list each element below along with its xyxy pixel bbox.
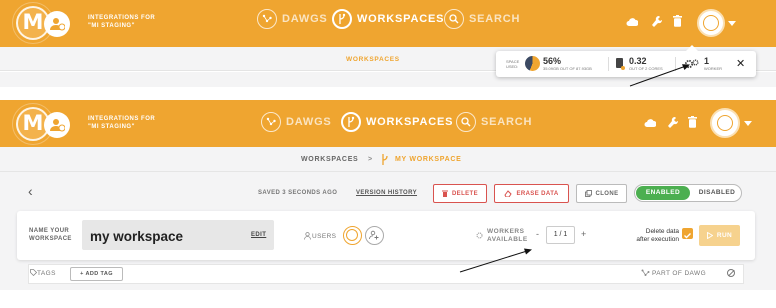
workspaces-icon (341, 112, 361, 132)
annotation-arrow (459, 248, 532, 273)
workspace-branch-icon (382, 154, 388, 165)
version-history-link[interactable]: VERSION HISTORY (356, 190, 417, 196)
tag-icon (30, 269, 37, 276)
delete-label: DELETE (451, 190, 479, 197)
nav-label-workspaces: WORKSPACES (357, 13, 445, 25)
dawgs-icon (261, 112, 281, 132)
workers-value: 1 (704, 56, 710, 66)
erase-data-button[interactable]: ERASE DATA (494, 184, 569, 203)
user-avatar[interactable] (343, 226, 362, 245)
search-icon (456, 112, 476, 132)
cloud-icon[interactable] (626, 17, 638, 27)
nav-label-dawgs: DAWGS (286, 116, 332, 128)
edit-name-link[interactable]: EDIT (251, 232, 266, 238)
chevron-down-icon[interactable] (728, 21, 736, 26)
divider (608, 57, 609, 71)
search-icon (444, 9, 464, 29)
delete-after-label-1: Delete data (645, 228, 679, 235)
app-logo[interactable]: M (12, 2, 76, 44)
nav-search[interactable]: SEARCH (444, 9, 520, 29)
trash-icon[interactable] (688, 116, 697, 128)
dawgs-icon (257, 9, 277, 29)
wrench-icon[interactable] (651, 15, 662, 28)
tags-bar (28, 264, 744, 284)
nav-label-search: SEARCH (469, 13, 521, 25)
delete-after-checkbox[interactable] (682, 228, 693, 239)
trash-icon[interactable] (673, 15, 682, 27)
disabled-option[interactable]: DISABLED (693, 186, 741, 200)
user-badge-icon (44, 112, 70, 138)
breadcrumb-workspaces[interactable]: WORKSPACES (301, 156, 358, 163)
breadcrumb-current: MY WORKSPACE (395, 156, 462, 163)
clone-icon (584, 190, 592, 197)
run-label: RUN (716, 232, 733, 239)
workers-label: WORKER (704, 66, 722, 71)
breadcrumb-separator: > (368, 156, 373, 163)
part-of-dawg-label: PART OF DAWG (652, 270, 707, 277)
org-line-2: "MI STAGING" (88, 23, 135, 29)
play-icon (706, 232, 713, 239)
wrench-icon[interactable] (667, 116, 678, 129)
nav-label-workspaces: WORKSPACES (366, 116, 454, 128)
org-line-2: "MI STAGING" (88, 124, 135, 130)
nav-label-search: SEARCH (481, 116, 533, 128)
workers-stepper-value[interactable]: 1 / 1 (546, 226, 575, 244)
workers-gear-icon (476, 232, 483, 239)
user-badge-icon (44, 11, 70, 37)
check-icon (684, 233, 691, 239)
run-button[interactable]: RUN (699, 225, 740, 246)
workers-label-2: AVAILABLE (487, 236, 528, 243)
nav-search[interactable]: SEARCH (456, 112, 532, 132)
workers-label-1: WORKERS (487, 228, 525, 235)
workspace-name-value: my workspace (90, 229, 184, 244)
add-user-icon (369, 230, 379, 240)
erase-data-label: ERASE DATA (516, 190, 559, 197)
org-line-1: INTEGRATIONS FOR (88, 116, 156, 122)
annotation-arrow (629, 64, 690, 87)
name-label-2: WORKSPACE (29, 236, 72, 242)
name-label-1: NAME YOUR (29, 228, 70, 234)
trash-icon (441, 190, 448, 197)
eraser-icon (504, 190, 513, 197)
org-line-1: INTEGRATIONS FOR (88, 15, 156, 21)
space-percent: 56% (543, 56, 562, 66)
profile-avatar[interactable] (710, 108, 740, 138)
workers-increment-button[interactable]: + (581, 229, 586, 239)
screenshot-divider (0, 87, 776, 100)
chevron-down-icon[interactable] (744, 121, 752, 126)
close-popover-button[interactable]: ✕ (736, 57, 745, 70)
cloud-icon[interactable] (644, 118, 656, 128)
space-usage-pie-icon (525, 56, 540, 71)
user-icon (304, 232, 311, 240)
tags-label: TAGS (37, 270, 56, 277)
delete-after-label-2: after execution (636, 236, 679, 243)
clone-button[interactable]: CLONE (576, 184, 627, 203)
nav-workspaces[interactable]: WORKSPACES (332, 9, 444, 29)
nav-dawgs[interactable]: DAWGS (257, 9, 328, 29)
nav-dawgs[interactable]: DAWGS (261, 112, 332, 132)
back-chevron-icon[interactable]: ‹ (28, 183, 33, 199)
clone-label: CLONE (595, 190, 619, 197)
dawg-icon (641, 269, 650, 276)
not-allowed-icon (727, 269, 735, 277)
enabled-option[interactable]: ENABLED (636, 186, 690, 200)
space-label-2: USED: (506, 64, 519, 69)
nav-label-dawgs: DAWGS (282, 13, 328, 25)
add-user-button[interactable] (365, 226, 384, 245)
breadcrumb-workspaces[interactable]: WORKSPACES (346, 56, 400, 63)
page-bottom (0, 290, 776, 308)
workspaces-icon (332, 9, 352, 29)
enabled-toggle[interactable]: ENABLED DISABLED (634, 184, 742, 202)
delete-button[interactable]: DELETE (433, 184, 487, 203)
profile-avatar[interactable] (697, 9, 725, 37)
top-navbar: M INTEGRATIONS FOR "MI STAGING" DAWGS WO… (0, 0, 776, 47)
nav-workspaces[interactable]: WORKSPACES (341, 112, 453, 132)
space-detail: 35.09GB OUT OF 87.93GB (543, 66, 592, 71)
workers-decrement-button[interactable]: - (536, 229, 539, 239)
users-label: USERS (312, 233, 337, 240)
top-navbar: M INTEGRATIONS FOR "MI STAGING" DAWGS WO… (0, 100, 776, 147)
add-tag-button[interactable]: + ADD TAG (70, 267, 123, 281)
saved-status: SAVED 3 SECONDS AGO (258, 190, 338, 196)
app-logo[interactable]: M (12, 103, 76, 145)
